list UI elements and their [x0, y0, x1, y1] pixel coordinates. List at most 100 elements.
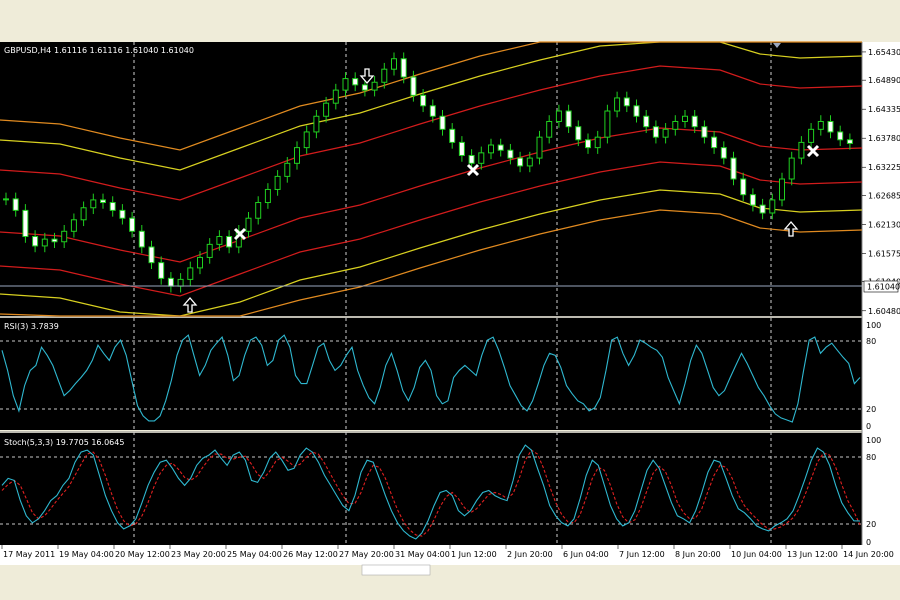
candle-body: [158, 262, 165, 279]
rsi-panel: [0, 318, 862, 430]
candle-body: [332, 89, 339, 104]
candle-body: [730, 157, 737, 180]
price-tick-label: 1.63780: [868, 134, 900, 143]
candle-body: [226, 236, 233, 248]
candle-body: [575, 126, 582, 141]
price-tick-label: 1.61575: [868, 250, 900, 259]
candle-body: [652, 126, 659, 138]
candle-body: [827, 120, 834, 133]
candle-body: [623, 97, 630, 107]
candle-body: [429, 105, 436, 117]
candle-body: [313, 115, 320, 133]
candle-body: [662, 128, 669, 138]
bottom-tab[interactable]: [361, 564, 431, 576]
candle-body: [594, 136, 601, 149]
time-tick-label: 14 Jun 20:00: [843, 550, 894, 559]
price-tick-label: 1.65430: [868, 48, 900, 57]
candle-body: [381, 68, 388, 83]
candle-body: [206, 243, 213, 258]
time-tick-label: 7 Jun 12:00: [619, 550, 665, 559]
candle-body: [478, 152, 485, 164]
stoch-label: Stoch(5,3,3) 19.7705 16.0645: [4, 438, 124, 447]
candle-body: [138, 230, 145, 248]
current-price-label: 1.61040: [867, 283, 900, 292]
candle-body: [41, 238, 48, 247]
candle-body: [3, 198, 9, 201]
time-tick-label: 2 Jun 20:00: [507, 550, 553, 559]
candle-body: [61, 230, 68, 243]
candle-body: [536, 136, 543, 159]
candle-body: [109, 202, 116, 211]
candle-body: [691, 115, 698, 128]
candle-body: [197, 256, 203, 269]
candle-body: [294, 147, 300, 164]
candle-body: [32, 236, 39, 247]
candle-body: [643, 115, 650, 128]
candle-body: [779, 178, 785, 201]
candle-body: [391, 58, 397, 70]
candle-body: [458, 141, 465, 156]
candle-body: [769, 199, 776, 214]
time-tick-label: 19 May 04:00: [59, 550, 114, 559]
candle-body: [788, 157, 795, 180]
rsi-tick-20: 20: [866, 405, 876, 414]
candle-body: [468, 154, 475, 164]
candle-body: [682, 115, 688, 122]
candle-body: [633, 105, 640, 117]
stoch-tick-20: 20: [866, 520, 876, 529]
stoch-panel: [0, 433, 862, 545]
stoch-tick-100: 100: [866, 436, 881, 445]
candle-body: [371, 81, 378, 91]
candle-body: [720, 147, 727, 159]
candle-body: [187, 267, 194, 280]
candle-body: [245, 217, 252, 232]
time-tick-label: 8 Jun 20:00: [675, 550, 721, 559]
candle-body: [614, 97, 621, 112]
candle-body: [439, 115, 446, 130]
candle-body: [546, 120, 553, 138]
candle-body: [303, 131, 310, 149]
candle-body: [323, 102, 330, 117]
price-tick-label: 1.60480: [868, 307, 900, 316]
price-tick-label: 1.63225: [868, 163, 900, 172]
candle-body: [449, 128, 456, 143]
candle-body: [148, 246, 155, 264]
candle-body: [837, 131, 844, 141]
rsi-tick-0: 0: [866, 422, 871, 431]
time-tick-label: 10 Jun 04:00: [731, 550, 782, 559]
candle-body: [12, 198, 19, 211]
candle-body: [100, 199, 106, 204]
candle-body: [846, 139, 853, 144]
axis-strip: [862, 42, 900, 545]
stoch-tick-80: 80: [866, 453, 876, 462]
candle-body: [177, 278, 184, 287]
candle-body: [400, 58, 407, 78]
candle-body: [555, 110, 562, 122]
candle-body: [798, 141, 805, 159]
candle-body: [90, 199, 97, 209]
time-tick-label: 6 Jun 04:00: [563, 550, 609, 559]
candle-body: [749, 194, 756, 206]
candle-body: [361, 84, 368, 91]
time-tick-label: 31 May 04:00: [395, 550, 450, 559]
time-tick-label: 25 May 04:00: [227, 550, 282, 559]
candle-body: [517, 157, 524, 167]
candle-body: [507, 149, 514, 159]
price-tick-label: 1.62685: [868, 191, 900, 200]
time-tick-label: 13 Jun 12:00: [787, 550, 838, 559]
candle-body: [808, 128, 815, 143]
time-tick-label: 17 May 2011: [3, 550, 55, 559]
candle-body: [255, 202, 262, 219]
candle-body: [410, 76, 417, 96]
forex-chart: GBPUSD,H4 1.61116 1.61116 1.61040 1.6104…: [0, 41, 900, 600]
time-tick-label: 20 May 12:00: [115, 550, 170, 559]
candle-body: [129, 217, 136, 232]
candle-body: [342, 78, 349, 91]
time-tick-label: 23 May 20:00: [171, 550, 226, 559]
rsi-label: RSI(3) 3.7839: [4, 322, 59, 331]
candle-body: [672, 120, 679, 130]
ohlc-label: 1.61116 1.61116 1.61040 1.61040: [54, 46, 194, 55]
candle-body: [526, 157, 533, 167]
candle-body: [352, 78, 359, 86]
stoch-tick-0: 0: [866, 538, 871, 547]
